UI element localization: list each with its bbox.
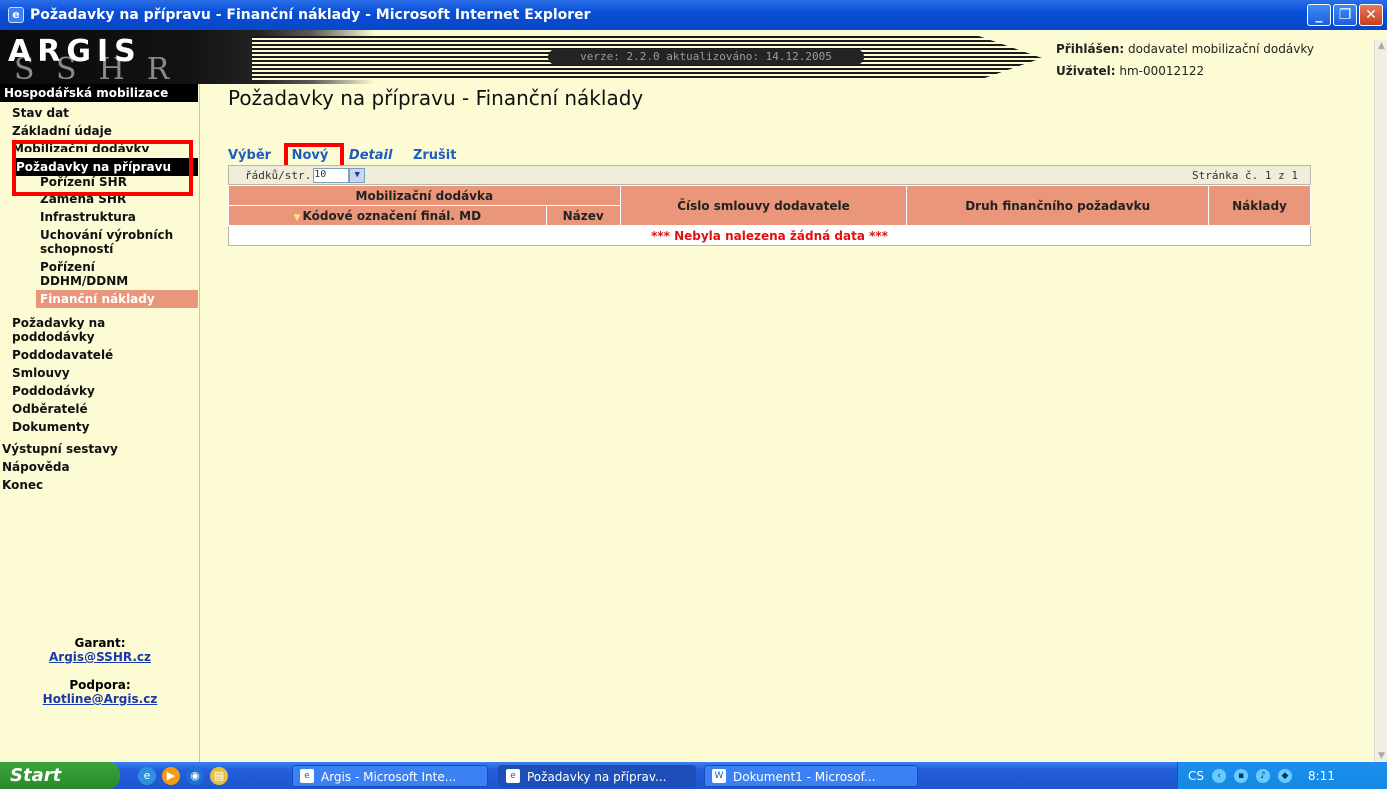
clock: 8:11 <box>1308 768 1335 783</box>
sidebar-head-hospodarska-mobilizace[interactable]: Hospodářská mobilizace <box>0 84 198 102</box>
cancel-link[interactable]: Zrušit <box>413 148 457 163</box>
toolbar: Výběr Nový Detail Zrušit <box>228 148 472 163</box>
media-player-icon[interactable]: ▶ <box>162 766 180 785</box>
ie-task-icon: e <box>506 768 520 783</box>
vertical-scrollbar[interactable]: ▲ ▼ <box>1374 40 1387 762</box>
new-link[interactable]: Nový <box>292 148 329 163</box>
ie-quicklaunch-icon[interactable]: e <box>138 766 156 785</box>
empty-message: *** Nebyla nalezena žádná data *** <box>228 225 1311 246</box>
app-header: SSHR ARGIS verze: 2.2.0 aktualizováno: 1… <box>0 30 1387 87</box>
login-info: Přihlášen: dodavatel mobilizační dodávky… <box>1056 38 1314 82</box>
sidebar-item-poddodavatele[interactable]: Poddodavatelé <box>0 346 199 364</box>
scroll-down-icon[interactable]: ▼ <box>1375 750 1387 762</box>
col-header-nazev[interactable]: Název <box>545 205 621 226</box>
window-titlebar: e Požadavky na přípravu - Finanční nákla… <box>0 0 1387 30</box>
ie-task-icon: e <box>300 768 314 783</box>
sidebar-item-financni-naklady[interactable]: Finanční náklady <box>36 290 198 308</box>
garant-label: Garant: <box>74 636 126 650</box>
word-icon: W <box>712 768 726 783</box>
version-info: verze: 2.2.0 aktualizováno: 14.12.2005 <box>548 49 864 65</box>
results-table: Mobilizační dodávka Číslo smlouvy dodava… <box>228 185 1311 246</box>
task-dokument-label: Dokument1 - Microsof... <box>733 769 876 784</box>
outlook-icon[interactable]: ◉ <box>186 766 204 785</box>
sidebar-item-odberatele[interactable]: Odběratelé <box>0 400 199 418</box>
sidebar-item-vystupni-sestavy[interactable]: Výstupní sestavy <box>0 440 199 458</box>
security-icon[interactable]: ◆ <box>1278 768 1292 783</box>
task-argis-label: Argis - Microsoft Inte... <box>321 769 457 784</box>
select-link[interactable]: Výběr <box>228 148 271 163</box>
task-argis[interactable]: e Argis - Microsoft Inte... <box>292 764 488 787</box>
rows-per-page-label: řádků/str. <box>245 168 312 182</box>
grid-toolbar: řádků/str. 10 ▼ Stránka č. 1 z 1 <box>228 165 1311 185</box>
sidebar-item-konec[interactable]: Konec <box>0 476 199 494</box>
sidebar-item-stav-dat[interactable]: Stav dat <box>0 102 199 122</box>
argis-logo: ARGIS <box>8 34 142 69</box>
rows-per-page-select[interactable]: 10 <box>313 167 350 183</box>
sidebar-item-zakladni-udaje[interactable]: Základní údaje <box>0 122 199 140</box>
logged-value: dodavatel mobilizační dodávky <box>1128 42 1314 56</box>
close-button[interactable]: ✕ <box>1359 4 1383 26</box>
logged-label: Přihlášen: <box>1056 42 1125 56</box>
sidebar-item-dokumenty[interactable]: Dokumenty <box>0 418 199 436</box>
network-icon[interactable]: ▪ <box>1234 768 1248 783</box>
col-header-kodove-oznaceni[interactable]: ▼ Kódové označení finál. MD <box>228 205 547 226</box>
chevron-down-icon[interactable]: ▼ <box>349 167 366 183</box>
task-dokument[interactable]: W Dokument1 - Microsof... <box>704 764 918 787</box>
garant-email-link[interactable]: Argis@SSHR.cz <box>49 650 151 664</box>
detail-link[interactable]: Detail <box>349 148 393 163</box>
volume-icon[interactable]: ♪ <box>1256 768 1270 783</box>
system-tray: CS ‹ ▪ ♪ ◆ 8:11 <box>1177 762 1387 789</box>
user-value: hm-00012122 <box>1119 64 1205 78</box>
page-title: Požadavky na přípravu - Finanční náklady <box>228 86 644 110</box>
col-header-naklady[interactable]: Náklady <box>1208 185 1311 226</box>
restore-button[interactable]: ❐ <box>1333 4 1357 26</box>
page-indicator: Stránka č. 1 z 1 <box>1192 168 1298 182</box>
sidebar-item-porizeni-ddhm-ddnm[interactable]: Pořízení DDHM/DDNM <box>0 258 199 290</box>
sidebar-item-napoveda[interactable]: Nápověda <box>0 458 199 476</box>
taskbar: Start e ▶ ◉ ▤ e Argis - Microsoft Inte...… <box>0 762 1387 789</box>
sidebar-item-uchovani-vyrobnich-schopnosti[interactable]: Uchování výrobních schopností <box>0 226 199 258</box>
quick-launch: e ▶ ◉ ▤ <box>138 766 288 785</box>
task-pozadavky-label: Požadavky na příprav... <box>527 769 667 784</box>
col-header-cislo-smlouvy[interactable]: Číslo smlouvy dodavatele <box>619 185 908 226</box>
window-title: Požadavky na přípravu - Finanční náklady… <box>30 7 591 23</box>
sort-down-icon: ▼ <box>293 212 301 223</box>
col-header-druh-pozadavku[interactable]: Druh finančního požadavku <box>906 185 1210 226</box>
minimize-button[interactable]: _ <box>1307 4 1331 26</box>
tray-arrow-icon[interactable]: ‹ <box>1212 768 1226 783</box>
data-grid: řádků/str. 10 ▼ Stránka č. 1 z 1 Mobiliz… <box>228 165 1311 246</box>
sidebar-item-smlouvy[interactable]: Smlouvy <box>0 364 199 382</box>
scroll-up-icon[interactable]: ▲ <box>1375 40 1387 52</box>
task-pozadavky[interactable]: e Požadavky na příprav... <box>498 764 696 787</box>
start-button[interactable]: Start <box>0 762 120 789</box>
sidebar-item-pozadavky-na-poddodavky[interactable]: Požadavky na poddodávky <box>0 314 199 346</box>
contact-info: Garant: Argis@SSHR.cz Podpora: Hotline@A… <box>0 636 200 706</box>
sidebar-item-poddodavky[interactable]: Poddodávky <box>0 382 199 400</box>
support-email-link[interactable]: Hotline@Argis.cz <box>43 692 158 706</box>
ie-icon: e <box>8 7 24 23</box>
col-header-kodove-oznaceni-label: Kódové označení finál. MD <box>302 208 482 223</box>
highlight-box-sidebar <box>12 140 193 196</box>
sidebar-item-infrastruktura[interactable]: Infrastruktura <box>0 208 199 226</box>
support-label: Podpora: <box>69 678 131 692</box>
user-label: Uživatel: <box>1056 64 1116 78</box>
group-header-mobilizacni-dodavka: Mobilizační dodávka <box>228 185 621 206</box>
folder-icon[interactable]: ▤ <box>210 766 228 785</box>
language-indicator[interactable]: CS <box>1188 769 1204 783</box>
